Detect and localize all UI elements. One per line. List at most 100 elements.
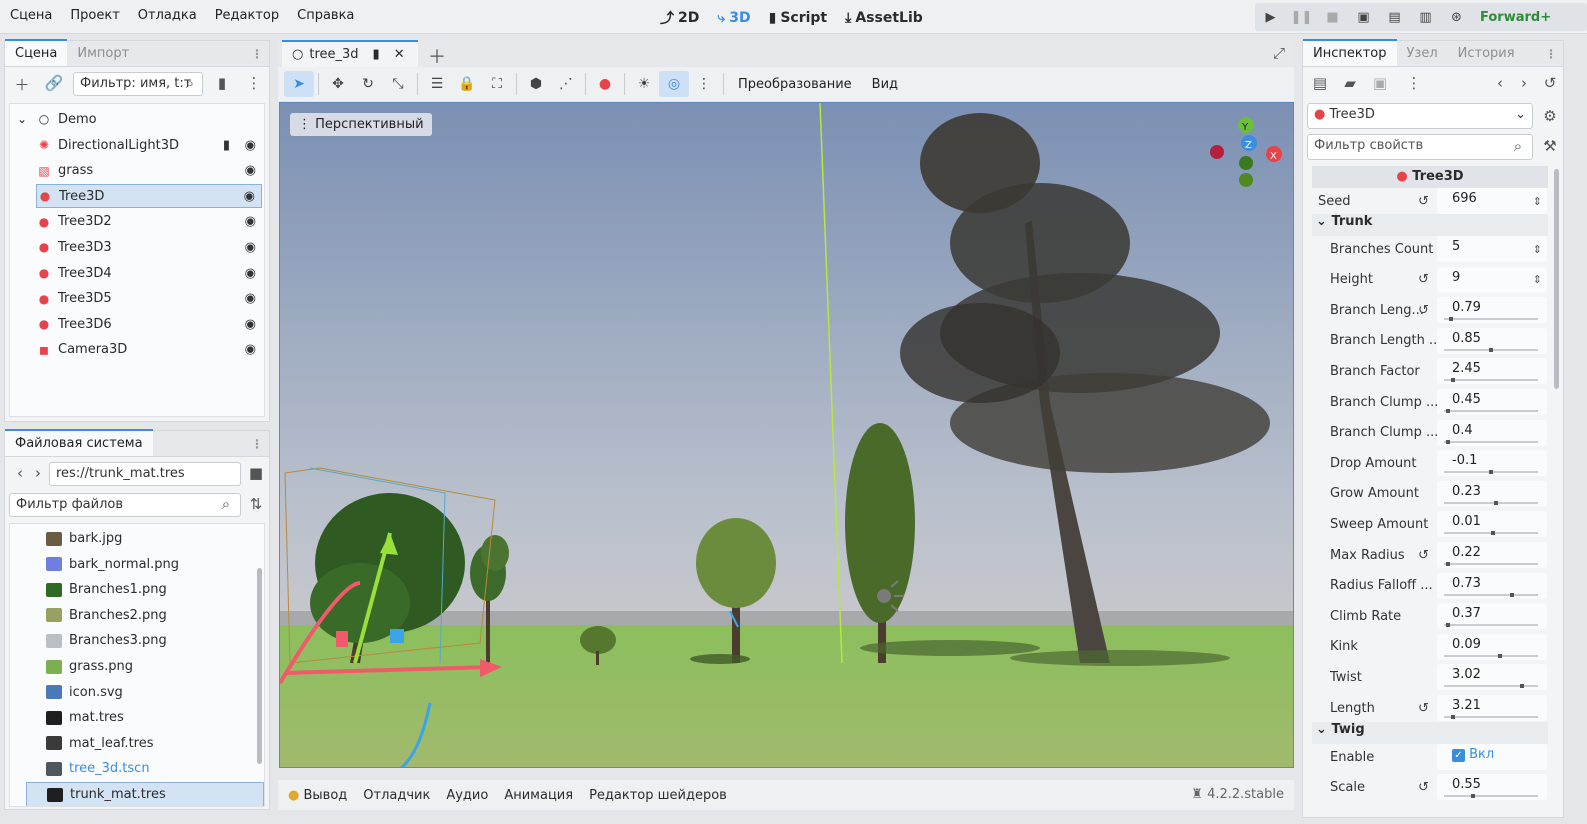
visibility-eye-icon[interactable]: ◉ <box>245 138 256 153</box>
revert-icon[interactable]: ↺ <box>1418 303 1429 318</box>
slider-knob[interactable] <box>1494 500 1498 505</box>
revert-icon[interactable]: ↺ <box>1418 701 1429 716</box>
slider-knob[interactable] <box>1520 684 1524 689</box>
prop-slider[interactable] <box>1444 684 1538 689</box>
file-item[interactable]: Branches3.png <box>26 628 264 653</box>
path-field[interactable]: res://trunk_mat.tres <box>49 462 241 486</box>
spin-arrows-icon[interactable]: ⇕ <box>1533 243 1542 256</box>
prop-slider[interactable] <box>1444 378 1538 383</box>
tab-shader-editor[interactable]: Редактор шейдеров <box>589 788 727 803</box>
prop-slider[interactable] <box>1444 470 1538 475</box>
file-item[interactable]: mat.tres <box>26 705 264 730</box>
file-item[interactable]: mat_leaf.tres <box>26 731 264 756</box>
spin-arrows-icon[interactable]: ⇕ <box>1533 273 1542 286</box>
scene-node-tree3d6[interactable]: ● Tree3D6 ◉ <box>36 312 262 336</box>
rotate-tool-icon[interactable]: ↻ <box>353 71 383 97</box>
tab-import[interactable]: Импорт <box>67 41 139 66</box>
local-space-icon[interactable]: ⬢ <box>521 71 551 97</box>
section-trunk[interactable]: ⌄ Trunk <box>1312 214 1548 236</box>
visibility-eye-icon[interactable]: ◉ <box>245 240 256 255</box>
scene-node-directionallight3d[interactable]: ✺ DirectionalLight3D ▮ ◉ <box>36 133 262 157</box>
slider-knob[interactable] <box>1446 409 1450 413</box>
file-item[interactable]: bark.jpg <box>26 526 264 551</box>
view-menu[interactable]: Вид <box>872 77 898 92</box>
slider-knob[interactable] <box>1491 531 1495 536</box>
add-node-icon[interactable]: ＋ <box>11 74 33 95</box>
revert-icon[interactable]: ↺ <box>1418 780 1429 795</box>
sort-icon[interactable]: ⇅ <box>245 495 267 513</box>
prop-slider[interactable] <box>1444 317 1538 322</box>
revert-icon[interactable]: ↺ <box>1418 272 1429 287</box>
scene-node-grass[interactable]: ▧ grass ◉ <box>36 159 262 183</box>
kebab-icon[interactable]: ⋮ <box>1403 74 1425 92</box>
scene-node-tree3d[interactable]: ● Tree3D ◉ <box>36 184 262 209</box>
tab-scene[interactable]: Сцена <box>5 39 68 66</box>
history-back-icon[interactable]: ‹ <box>1489 74 1511 92</box>
prop-slider[interactable] <box>1444 562 1538 566</box>
slider-knob[interactable] <box>1446 623 1450 628</box>
tab-history[interactable]: История <box>1448 41 1525 66</box>
visibility-eye-icon[interactable]: ◉ <box>245 214 256 229</box>
tab-audio[interactable]: Аудио <box>446 788 488 803</box>
environment-preview-icon[interactable]: ◎ <box>659 71 689 97</box>
section-twig[interactable]: ⌄ Twig <box>1312 722 1548 744</box>
scene-node-tree3d3[interactable]: ● Tree3D3 ◉ <box>36 235 262 259</box>
prop-slider[interactable] <box>1444 653 1538 658</box>
play-icon[interactable]: ▶ <box>1255 10 1286 25</box>
menu-editor[interactable]: Редактор <box>215 8 279 23</box>
prop-slider[interactable] <box>1444 500 1538 505</box>
link-icon[interactable]: 🔗 <box>43 74 65 92</box>
prop-slider[interactable] <box>1444 439 1538 444</box>
3d-viewport[interactable]: Y Z X ⋮ Перспективный <box>279 102 1294 768</box>
prop-slider[interactable] <box>1444 623 1538 628</box>
tab-inspector[interactable]: Инспектор <box>1303 39 1397 66</box>
slider-knob[interactable] <box>1451 378 1455 383</box>
file-item[interactable]: bark_normal.png <box>26 552 264 577</box>
workspace-script-button[interactable]: ▮ Script <box>769 8 828 28</box>
lock-icon[interactable]: 🔒 <box>452 71 482 97</box>
file-filter-input[interactable]: Фильтр файлов <box>9 493 241 517</box>
tab-node[interactable]: Узел <box>1397 41 1448 66</box>
tree-root[interactable]: ⌄ ○ Demo <box>14 107 266 131</box>
scene-node-camera3d[interactable]: ◼ Camera3D ◉ <box>36 338 262 362</box>
slider-knob[interactable] <box>1489 470 1493 475</box>
file-item[interactable]: trunk_mat.tres <box>26 782 264 806</box>
tab-debugger[interactable]: Отладчик <box>363 788 430 803</box>
split-view-icon[interactable]: ■ <box>245 464 267 482</box>
close-icon[interactable]: ✕ <box>394 47 405 62</box>
pause-icon[interactable]: ❚❚ <box>1286 10 1317 25</box>
movie-maker-icon[interactable]: ⊛ <box>1441 10 1472 25</box>
workspace-assetlib-button[interactable]: ⤓ AssetLib <box>845 8 923 28</box>
spin-arrows-icon[interactable]: ⇕ <box>1533 195 1542 208</box>
slider-knob[interactable] <box>1471 794 1475 798</box>
prop-slider[interactable] <box>1444 794 1538 798</box>
inspector-scrollbar[interactable] <box>1554 169 1559 389</box>
prop-slider[interactable] <box>1444 715 1538 719</box>
prop-value[interactable]: 5 <box>1437 236 1547 262</box>
save-icon[interactable]: ▣ <box>1369 74 1391 92</box>
list-select-icon[interactable]: ☰ <box>422 71 452 97</box>
slider-knob[interactable] <box>1446 439 1450 444</box>
kebab-icon[interactable]: ⋮ <box>1545 47 1557 61</box>
fullscreen-icon[interactable]: ⤢ <box>1268 44 1290 62</box>
visibility-eye-icon[interactable]: ◉ <box>245 291 256 306</box>
workspace-2d-button[interactable]: ⤴ 2D <box>660 8 699 28</box>
menu-debug[interactable]: Отладка <box>138 8 197 23</box>
menu-project[interactable]: Проект <box>70 8 119 23</box>
menu-scene[interactable]: Сцена <box>10 8 52 23</box>
prop-value[interactable]: 9 <box>1437 266 1547 293</box>
node-info-icon[interactable]: ⚙ <box>1539 107 1561 125</box>
tab-filesystem[interactable]: Файловая система <box>5 429 153 456</box>
twig-enable-checkbox[interactable]: ✓ Вкл <box>1437 744 1547 770</box>
slider-knob[interactable] <box>1510 592 1514 597</box>
attach-script-icon[interactable]: ▮ <box>211 74 233 92</box>
scene-tab-tree-3d[interactable]: ○ tree_3d ▮ ✕ <box>282 40 418 67</box>
menu-help[interactable]: Справка <box>297 8 354 23</box>
tab-animation[interactable]: Анимация <box>504 788 573 803</box>
file-list-scrollbar[interactable] <box>257 568 262 764</box>
stop-icon[interactable]: ■ <box>1317 10 1348 25</box>
new-resource-icon[interactable]: ▤ <box>1309 74 1331 92</box>
file-item[interactable]: Branches1.png <box>26 577 264 602</box>
file-item[interactable]: Branches2.png <box>26 603 264 628</box>
kebab-icon[interactable]: ⋮ <box>251 437 263 451</box>
